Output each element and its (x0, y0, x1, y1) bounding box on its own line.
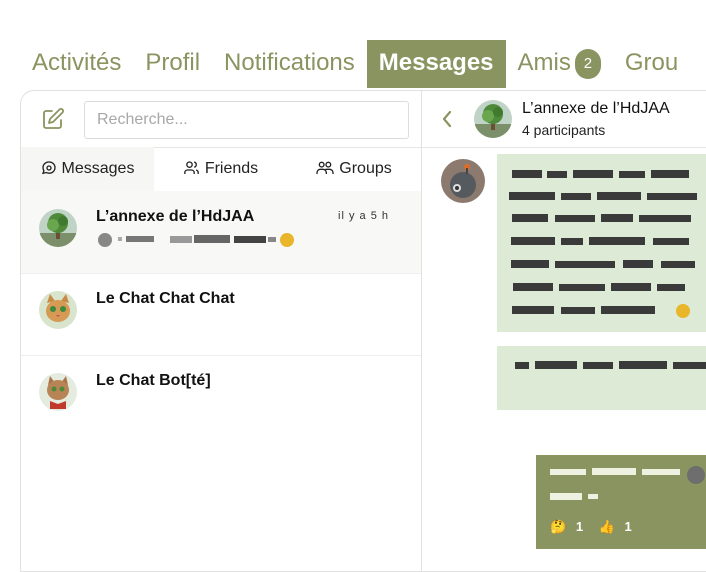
thumbs-up-reaction[interactable]: 👍 1 (599, 519, 638, 534)
conversation-item-chat-bot[interactable]: Le Chat Bot[té] (21, 355, 421, 437)
reaction-count: 1 (575, 519, 584, 534)
conversation-name: Le Chat Bot[té] (96, 372, 211, 389)
participants-count: 4 participants (522, 122, 606, 138)
conversation-time: il y a 5 h (338, 210, 389, 222)
message-preview-blurred (96, 231, 306, 249)
conversation-name: L’annexe de l’HdJAA (96, 208, 255, 225)
message-reactions[interactable]: 🤔 1 👍 1 (550, 519, 644, 535)
conversation-item-annexe[interactable]: L’annexe de l’HdJAA il y a 5 h (21, 191, 421, 274)
thinking-face-reaction[interactable]: 🤔 1 (550, 519, 589, 534)
tab-activites[interactable]: Activités (20, 40, 133, 88)
chat-header: L’annexe de l’HdJAA 4 participants (422, 91, 706, 148)
sidebar-header (21, 91, 421, 148)
tab-profil[interactable]: Profil (133, 40, 212, 88)
thinking-emoji-icon: 🤔 (550, 519, 567, 534)
messages-panel: Messages Friends Groups L’ann (20, 90, 706, 572)
subtab-groups[interactable]: Groups (287, 147, 421, 191)
main-navigation: Activités Profil Notifications Messages Amis… (20, 40, 706, 88)
sidebar-subtabs: Messages Friends Groups (21, 147, 421, 192)
tab-amis[interactable]: Amis 2 (506, 40, 613, 88)
subtab-messages-label: Messages (61, 160, 135, 177)
search-input[interactable] (84, 101, 409, 139)
incoming-message-blurred (497, 154, 706, 332)
sender-avatar (441, 159, 485, 203)
user-pair-icon (183, 161, 199, 174)
chat-area: L’annexe de l’HdJAA 4 participants 🤔 1 👍… (422, 91, 706, 571)
chat-bubbles-icon (41, 161, 56, 175)
subtab-messages[interactable]: Messages (21, 147, 154, 191)
subtab-friends[interactable]: Friends (154, 147, 287, 191)
compose-icon[interactable] (41, 107, 65, 131)
incoming-message-blurred (497, 346, 706, 410)
tab-messages[interactable]: Messages (366, 40, 506, 88)
group-avatar-tree (474, 100, 512, 138)
tab-amis-label: Amis (517, 49, 571, 76)
amis-count-badge: 2 (574, 48, 601, 79)
subtab-friends-label: Friends (204, 160, 259, 177)
subtab-groups-label: Groups (339, 160, 392, 177)
conversation-name: Le Chat Chat Chat (96, 290, 235, 307)
conversation-item-chat-chat-chat[interactable]: Le Chat Chat Chat (21, 273, 421, 356)
reaction-count: 1 (624, 519, 632, 534)
group-avatar-tree (39, 209, 77, 247)
chat-title: L’annexe de l’HdJAA (522, 100, 670, 117)
group-icon (316, 161, 334, 174)
chevron-left-icon[interactable] (440, 109, 454, 129)
thumbs-up-emoji-icon: 👍 (598, 519, 615, 534)
cat-avatar (39, 373, 77, 411)
tab-groups[interactable]: Grou (613, 40, 690, 88)
tab-notifications[interactable]: Notifications (212, 40, 367, 88)
outgoing-message-blurred: 🤔 1 👍 1 (536, 455, 706, 549)
conversation-sidebar: Messages Friends Groups L’ann (21, 91, 422, 571)
cat-avatar (39, 291, 77, 329)
